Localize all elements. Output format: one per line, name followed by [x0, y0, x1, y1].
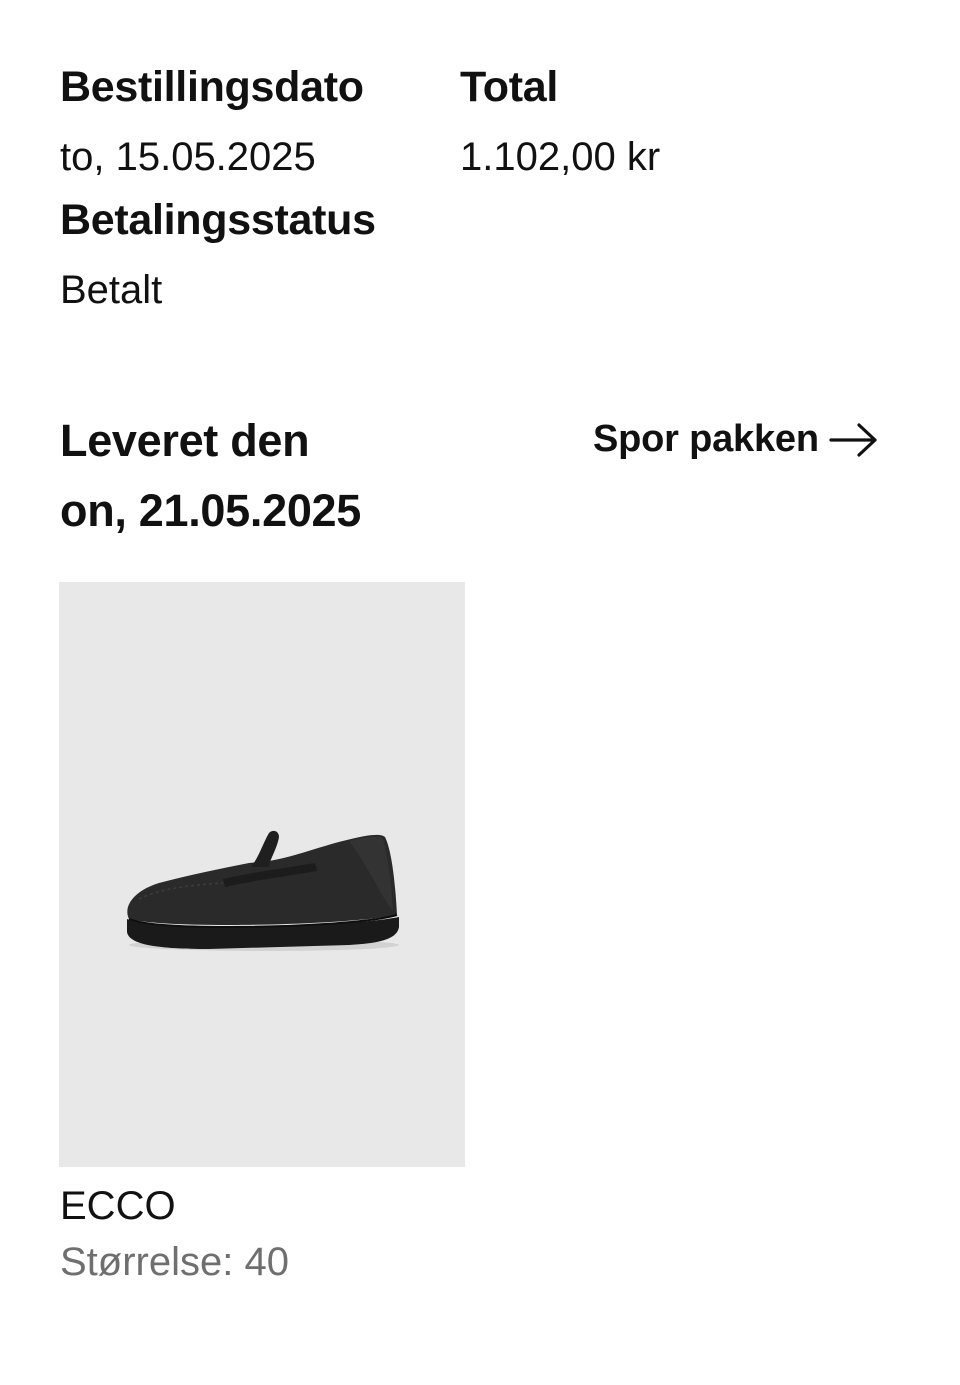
track-package-link[interactable]: Spor pakken — [593, 418, 879, 461]
payment-status-label: Betalingsstatus — [60, 196, 376, 244]
loafer-shoe-icon — [127, 830, 399, 951]
product-image[interactable] — [59, 582, 465, 1167]
order-total-label: Total — [460, 63, 559, 111]
order-total-value: 1.102,00 kr — [460, 135, 661, 179]
delivery-heading-line1: Leveret den — [60, 415, 310, 466]
track-package-label: Spor pakken — [593, 418, 819, 460]
delivery-date-heading: Leveret den on, 21.05.2025 — [60, 406, 540, 546]
delivery-heading-line2: on, 21.05.2025 — [60, 485, 362, 536]
order-date-value: to, 15.05.2025 — [60, 135, 316, 179]
product-size: Størrelse: 40 — [60, 1240, 289, 1284]
arrow-right-icon — [829, 420, 879, 460]
order-date-label: Bestillingsdato — [60, 63, 364, 111]
product-brand: ECCO — [60, 1184, 176, 1228]
payment-status-value: Betalt — [60, 268, 163, 312]
